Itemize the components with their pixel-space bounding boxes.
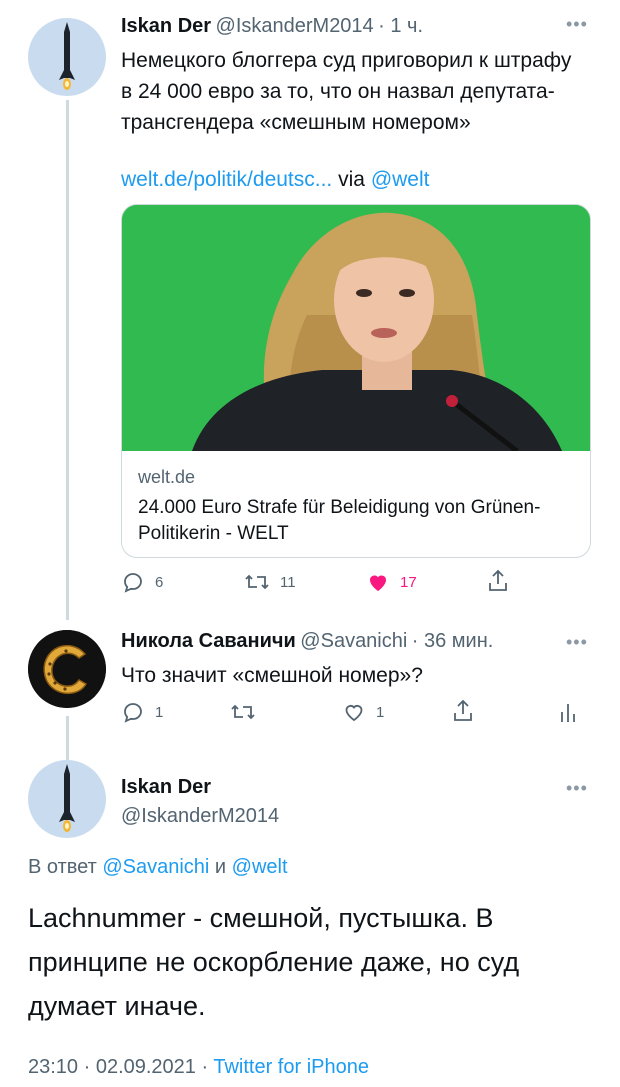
link-card[interactable]: welt.de 24.000 Euro Strafe für Beleidigu…	[121, 204, 591, 558]
author-handle[interactable]: @IskanderM2014	[121, 805, 279, 828]
author-handle[interactable]: @Savanichi	[300, 630, 407, 652]
person-photo	[122, 205, 590, 455]
author-name[interactable]: Iskan Der	[121, 776, 211, 799]
reply-button[interactable]: 6	[121, 570, 163, 594]
card-domain: welt.de	[138, 467, 196, 487]
article-link[interactable]: welt.de/politik/deutsc...	[121, 168, 332, 191]
more-icon[interactable]: •••	[566, 632, 588, 653]
analytics-button[interactable]	[558, 700, 578, 724]
reply-count: 1	[155, 703, 164, 721]
like-button[interactable]: 17	[366, 570, 417, 594]
missile-icon	[59, 22, 75, 90]
heart-icon	[345, 705, 363, 722]
horseshoe-logo-icon	[28, 630, 106, 708]
avatar-horseshoe[interactable]	[28, 630, 106, 708]
tweet-time[interactable]: · 1 ч.	[378, 15, 423, 37]
card-image[interactable]	[122, 205, 590, 455]
reply-and: и	[214, 856, 227, 878]
more-icon[interactable]: •••	[566, 14, 588, 35]
retweet-count: 11	[280, 573, 296, 591]
reply-button[interactable]: 1	[121, 700, 163, 724]
like-button[interactable]: 1	[342, 700, 384, 724]
via-handle[interactable]: @welt	[371, 168, 430, 191]
reply-count: 6	[155, 573, 164, 591]
reply-icon	[124, 573, 142, 593]
thread-line-1	[66, 100, 69, 620]
retweet-button[interactable]: 11	[244, 570, 296, 594]
avatar-missile[interactable]	[28, 18, 106, 96]
card-title: 24.000 Euro Strafe für Beleidigung von G…	[138, 497, 541, 544]
author-name[interactable]: Никола Саваничи	[121, 630, 296, 652]
share-icon	[454, 699, 472, 721]
like-count: 17	[400, 573, 417, 591]
reply-icon	[124, 703, 142, 723]
more-icon[interactable]: •••	[566, 778, 588, 799]
via-label: via	[338, 168, 365, 191]
tweet-text: Lachnummer - смешной, пустышка. В принци…	[28, 903, 520, 1021]
retweet-button[interactable]	[230, 700, 256, 724]
tweet-timestamp[interactable]: 23:10 · 02.09.2021 ·	[28, 1056, 208, 1078]
avatar-missile[interactable]	[28, 760, 106, 838]
analytics-icon	[561, 704, 575, 722]
thread-line-2	[66, 716, 69, 760]
like-count: 1	[376, 703, 385, 721]
author-handle[interactable]: @IskanderM2014	[216, 15, 374, 37]
heart-filled-icon	[370, 575, 386, 591]
reply-mention-1[interactable]: @Savanichi	[102, 856, 209, 878]
reply-mention-2[interactable]: @welt	[232, 856, 288, 878]
retweet-icon	[231, 704, 255, 720]
retweet-icon	[245, 574, 269, 590]
share-icon	[489, 569, 507, 591]
tweet-source[interactable]: Twitter for iPhone	[213, 1056, 369, 1078]
tweet-text: Что значит «смешной номер»?	[121, 664, 423, 687]
author-name[interactable]: Iskan Der	[121, 15, 211, 37]
reply-prefix: В ответ	[28, 856, 97, 878]
missile-icon	[59, 764, 75, 832]
share-button[interactable]	[486, 568, 510, 594]
share-button[interactable]	[451, 698, 475, 724]
tweet-time[interactable]: · 36 мин.	[412, 630, 494, 652]
tweet-text: Немецкого блоггера суд приговорил к штра…	[121, 49, 572, 134]
